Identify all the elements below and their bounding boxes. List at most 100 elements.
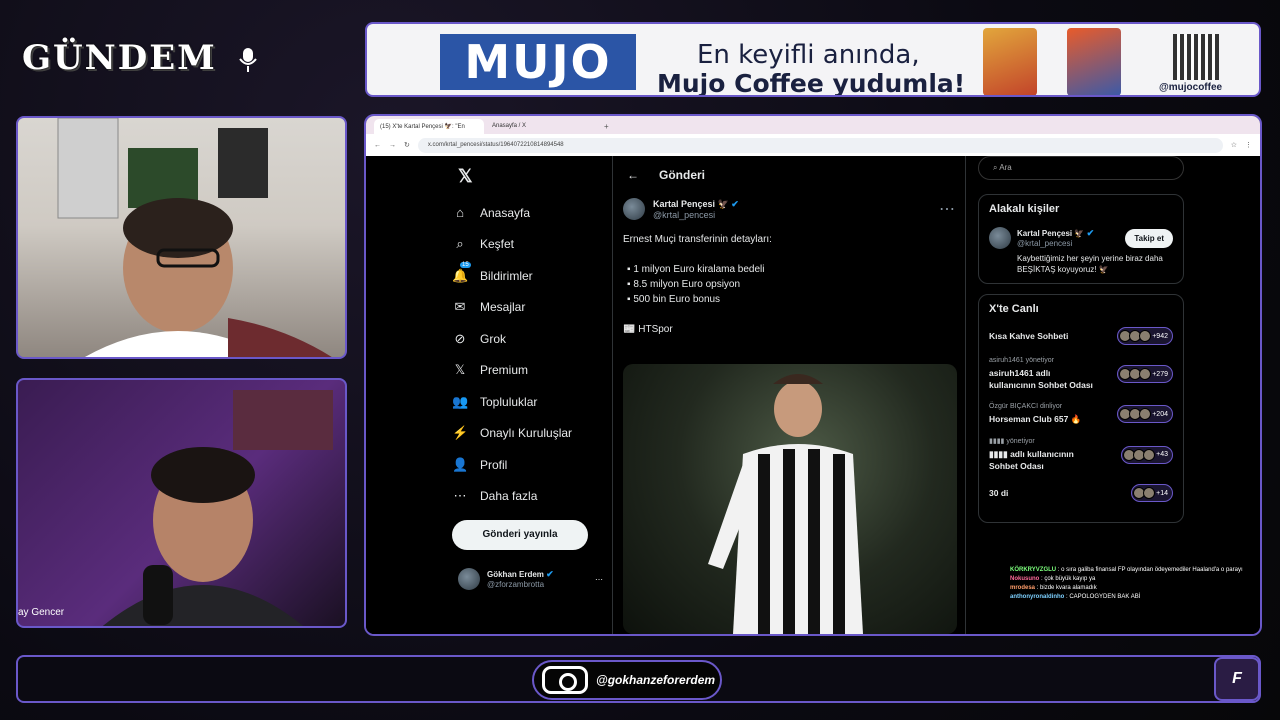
instagram-icon — [542, 666, 588, 694]
related-handle: @krtal_pencesi — [1017, 239, 1073, 248]
live-space-host: asiruh1461 yönetiyor — [989, 357, 1054, 364]
nav-item-explore[interactable]: ⌕ Keşfet — [452, 229, 612, 261]
chat-message: KÖRKRYVZGLU : o sıra galiba finansal FP … — [1010, 567, 1243, 573]
nav-item-verified-orgs[interactable]: ⚡ Onaylı Kuruluşlar — [452, 418, 612, 450]
new-tab-icon[interactable]: + — [598, 122, 615, 134]
post-image[interactable] — [623, 364, 957, 634]
mail-icon: ✉ — [454, 299, 466, 315]
menu-icon[interactable]: ⋮ — [1245, 141, 1252, 149]
sponsor-tagline-2: Mujo Coffee yudumla! — [657, 69, 966, 97]
nav-item-messages[interactable]: ✉ Mesajlar — [452, 292, 612, 324]
more-icon[interactable]: ⋯ — [595, 575, 603, 584]
product-pack-image — [983, 28, 1037, 95]
live-space-item[interactable]: 30 di +14 — [989, 484, 1173, 502]
live-space-title: Horseman Club 657 🔥 — [989, 414, 1082, 424]
live-space-item[interactable]: asiruh1461 yönetiyor asiruh1461 adlı kull… — [989, 357, 1173, 391]
nav-item-label: Profil — [480, 457, 508, 472]
qr-code — [1173, 34, 1219, 80]
browser-tab[interactable]: Anasayfa / X — [486, 119, 596, 134]
follow-button[interactable]: Takip et — [1125, 228, 1173, 248]
browser-tab[interactable]: (15) X'te Kartal Pençesi 🦅: "En — [374, 119, 484, 134]
avatar[interactable] — [623, 198, 645, 220]
microphone-icon — [238, 48, 257, 72]
nav-item-label: Topluluklar — [480, 394, 538, 409]
more-icon: ⋯ — [453, 488, 467, 504]
post-bullet: ▪ 500 bin Euro bonus — [627, 294, 721, 305]
related-name[interactable]: Kartal Pençesi 🦅 — [1017, 229, 1084, 238]
sponsor-banner: MUJO En keyifli anında, Mujo Coffee yudu… — [365, 22, 1261, 97]
post-text: Ernest Muçi transferinin detayları: — [623, 234, 772, 245]
nav-item-label: Premium — [480, 363, 529, 378]
search-icon: ⌕ — [456, 236, 464, 252]
live-spaces-card: X'te Canlı Kısa Kahve Sohbeti +942 asiru… — [978, 294, 1184, 523]
search-input[interactable]: ⌕ Ara — [978, 156, 1184, 180]
post-bullet: ▪ 1 milyon Euro kiralama bedeli — [627, 264, 765, 275]
browser-window: (15) X'te Kartal Pençesi 🦅: "En Anasayfa… — [364, 114, 1262, 636]
chat-message: Nokusuno : çok büyük kayıp ya — [1010, 576, 1096, 582]
post-author-handle[interactable]: @krtal_pencesi — [653, 210, 739, 220]
nav-item-communities[interactable]: 👥 Topluluklar — [452, 386, 612, 418]
verified-badge-icon: ✔ — [731, 198, 739, 209]
bolt-icon: ⚡ — [452, 425, 469, 441]
x-logo-icon[interactable]: 𝕏 — [458, 166, 612, 187]
back-arrow-icon[interactable]: ← — [627, 168, 639, 182]
related-people-title: Alakalı kişiler — [989, 203, 1060, 215]
webcam-host-2: ay Gencer — [16, 378, 347, 628]
x-page: 𝕏 ⌂ Anasayfa ⌕ Keşfet 🔔 15 Bildirimler ✉ Mesa… — [366, 156, 1260, 634]
nav-item-premium[interactable]: 𝕏 Premium — [452, 355, 612, 387]
home-icon: ⌂ — [456, 205, 464, 221]
grok-icon: ⊘ — [454, 330, 466, 346]
related-people-card: Alakalı kişiler Kartal Pençesi 🦅 ✔ @krta… — [978, 194, 1184, 284]
post-button[interactable]: Gönderi yayınla — [452, 520, 588, 550]
post-author-name[interactable]: Kartal Pençesi 🦅 — [653, 199, 729, 209]
back-arrow-icon[interactable]: ← — [374, 142, 381, 149]
nav-item-notifications[interactable]: 🔔 15 Bildirimler — [452, 260, 612, 292]
post-bullet: ▪ 8.5 milyon Euro opsiyon — [627, 279, 741, 290]
live-space-item[interactable]: ▮▮▮▮ yönetiyor ▮▮▮▮ adlı kullanıcının Soh… — [989, 437, 1173, 472]
account-handle: @zforzambrotta — [487, 580, 545, 589]
player-photo — [708, 374, 863, 634]
live-space-title: Kısa Kahve Sohbeti — [989, 331, 1069, 341]
x-icon: 𝕏 — [454, 362, 466, 378]
avatar[interactable] — [989, 227, 1011, 249]
account-switcher[interactable]: Gökhan Erdem ✔ @zforzambrotta ⋯ — [458, 568, 603, 590]
post-column: ← Gönderi Kartal Pençesi 🦅 ✔ @krtal_penc… — [612, 156, 966, 634]
live-space-title: 30 di — [989, 488, 1009, 498]
live-space-item[interactable]: Özgür BIÇAKCI dinliyor Horseman Club 657 … — [989, 403, 1173, 425]
nav-item-profile[interactable]: 👤 Profil — [452, 449, 612, 481]
nav-item-label: Mesajlar — [480, 300, 526, 315]
show-title: GÜNDEM — [22, 38, 259, 78]
stream-chat-overlay: KÖRKRYVZGLU : o sıra galiba finansal FP … — [1010, 566, 1275, 602]
stream-overlay: GÜNDEM MUJO En keyifli anında, Mujo Coff… — [0, 0, 1280, 720]
nav-item-label: Anasayfa — [480, 205, 531, 220]
nav-item-label: Keşfet — [480, 237, 515, 252]
nav-item-label: Onaylı Kuruluşlar — [480, 426, 573, 441]
listener-count: +204 — [1117, 405, 1173, 423]
sponsor-logo: MUJO — [440, 34, 636, 90]
webcam-host-2-image — [102, 390, 333, 626]
person-icon: 👤 — [452, 456, 469, 472]
webcam-host-1-image — [57, 118, 332, 357]
verified-badge-icon: ✔ — [1086, 228, 1095, 238]
address-bar[interactable]: x.com/krtal_pencesi/status/1964072210814… — [417, 137, 1223, 153]
host-name-label: ay Gencer — [18, 607, 65, 618]
post-author-row: Kartal Pençesi 🦅 ✔ @krtal_pencesi ⋯ — [613, 194, 965, 224]
nav-item-grok[interactable]: ⊘ Grok — [452, 323, 612, 355]
star-icon[interactable]: ☆ — [1231, 141, 1237, 149]
post-body: Ernest Muçi transferinin detayları: ▪ 1 … — [613, 232, 965, 337]
browser-toolbar: ← → ↻ x.com/krtal_pencesi/status/1964072… — [366, 134, 1260, 156]
more-icon[interactable]: ⋯ — [939, 199, 955, 219]
chat-message: mrodesa : bizde kvara alamadık — [1010, 585, 1097, 591]
nav-item-label: Grok — [480, 331, 507, 346]
reload-icon[interactable]: ↻ — [404, 141, 410, 149]
forward-arrow-icon[interactable]: → — [389, 142, 396, 149]
live-space-item[interactable]: Kısa Kahve Sohbeti +942 — [989, 327, 1173, 345]
listener-count: +279 — [1117, 365, 1173, 383]
post-header-title: Gönderi — [659, 168, 706, 182]
post-source: 📰 HTSpor — [623, 324, 673, 335]
nav-item-home[interactable]: ⌂ Anasayfa — [452, 197, 612, 229]
verified-badge-icon: ✔ — [546, 569, 554, 579]
nav-item-more[interactable]: ⋯ Daha fazla — [452, 481, 612, 513]
sponsor-tagline-1: En keyifli anında, — [697, 40, 920, 70]
related-bio: Kaybettiğimiz her şeyin yerine biraz dah… — [1017, 254, 1163, 274]
